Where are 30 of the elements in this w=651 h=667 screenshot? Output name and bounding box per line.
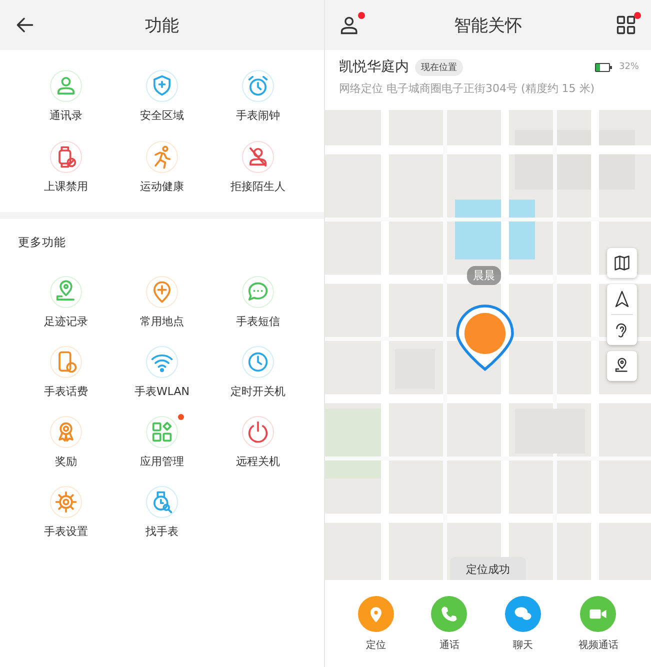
feature-item[interactable]: 手表闹钟 [210,70,306,123]
feature-item[interactable]: 应用管理 [114,416,210,469]
screen-title: 功能 [145,14,179,36]
section-title: 更多功能 [17,234,67,250]
feature-item[interactable]: 手表设置 [18,486,114,539]
feature-item[interactable]: 常用地点 [114,276,210,329]
address-text: 网络定位 电子城商圈电子正街304号 (精度约 15 米) [339,81,596,96]
feature-item[interactable]: 手表短信 [210,276,306,329]
marker-label: 晨晨 [467,266,501,285]
navigation-icon[interactable] [613,290,631,308]
feature-item[interactable]: 安全区域 [114,70,210,123]
feature-item[interactable]: 运动健康 [114,141,210,194]
feature-item[interactable]: 足迹记录 [18,276,114,329]
feature-item[interactable]: 手表WLAN [114,346,210,399]
feature-item[interactable]: 远程关机 [210,416,306,469]
feature-item[interactable]: 找手表 [114,486,210,539]
battery-reading: 32% [618,62,639,72]
grid-menu-icon[interactable] [615,14,637,36]
battery-icon [594,62,610,72]
feature-item[interactable]: 手表话费 [18,346,114,399]
feature-item[interactable]: 拒接陌生人 [210,141,306,194]
toast-message: 定位成功 [450,557,526,580]
screen-title: 智能关怀 [454,14,522,36]
map-layers-icon[interactable] [613,254,631,272]
location-name: 凯悦华庭内 [339,58,409,76]
feature-item[interactable]: 奖励 [18,416,114,469]
feature-item[interactable]: 上课禁用 [18,141,114,194]
feature-item[interactable]: 定时开关机 [210,346,306,399]
feature-item[interactable]: 通讯录 [18,70,114,123]
location-tag: 现在位置 [415,58,463,76]
